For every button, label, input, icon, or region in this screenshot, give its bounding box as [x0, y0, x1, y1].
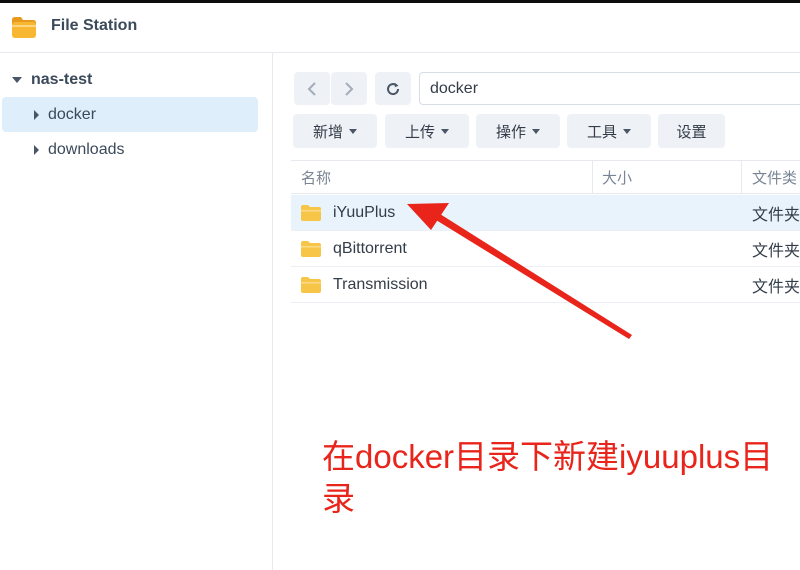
table-header: 名称 大小 文件类: [291, 160, 800, 194]
row-type: 文件夹: [752, 206, 800, 224]
row-type: 文件夹: [752, 278, 800, 296]
sidebar-item-label: downloads: [48, 140, 125, 158]
forward-button[interactable]: [331, 72, 367, 105]
chevron-right-icon[interactable]: [34, 110, 39, 120]
settings-button-label: 设置: [676, 123, 707, 141]
create-button-label: 新增: [312, 123, 343, 141]
file-station-app-icon: [12, 17, 36, 38]
chevron-left-icon: [307, 81, 316, 96]
dropdown-icon: [441, 128, 449, 134]
path-value: docker: [430, 79, 479, 97]
settings-button[interactable]: 设置: [658, 114, 725, 148]
table-row[interactable]: iYuuPlus 文件夹: [291, 195, 800, 231]
dropdown-icon: [623, 128, 631, 134]
upload-button-label: 上传: [404, 123, 435, 141]
chevron-right-icon: [345, 81, 354, 96]
chevron-down-icon[interactable]: [12, 77, 22, 83]
row-name: iYuuPlus: [333, 203, 396, 221]
upload-button[interactable]: 上传: [385, 114, 469, 148]
column-header-type[interactable]: 文件类: [752, 161, 797, 193]
annotation-text: 在docker目录下新建iyuuplus目录: [322, 438, 774, 517]
dropdown-icon: [532, 128, 540, 134]
column-header-size[interactable]: 大小: [602, 161, 632, 193]
folder-icon: [301, 205, 321, 221]
back-button[interactable]: [294, 72, 330, 105]
tree-root-label: nas-test: [31, 71, 93, 88]
app-title: File Station: [51, 17, 138, 34]
tools-button-label: 工具: [586, 123, 617, 141]
table-row[interactable]: qBittorrent 文件夹: [291, 231, 800, 267]
table-row[interactable]: Transmission 文件夹: [291, 267, 800, 303]
folder-icon: [301, 241, 321, 257]
refresh-icon: [387, 82, 400, 95]
chevron-right-icon[interactable]: [34, 145, 39, 155]
column-divider[interactable]: [592, 161, 593, 193]
refresh-button[interactable]: [375, 72, 411, 105]
sidebar: nas-test docker downloads: [0, 53, 273, 570]
tools-button[interactable]: 工具: [567, 114, 651, 148]
path-input[interactable]: docker: [419, 72, 800, 105]
dropdown-icon: [349, 128, 357, 134]
action-button[interactable]: 操作: [476, 114, 560, 148]
row-name: qBittorrent: [333, 239, 407, 257]
create-button[interactable]: 新增: [293, 114, 377, 148]
tree-root-nas-test[interactable]: nas-test: [12, 69, 92, 91]
column-header-name[interactable]: 名称: [301, 161, 331, 193]
row-type: 文件夹: [752, 242, 800, 260]
row-name: Transmission: [333, 275, 428, 293]
column-divider[interactable]: [741, 161, 742, 193]
action-button-label: 操作: [495, 123, 526, 141]
sidebar-item-docker[interactable]: docker: [2, 97, 258, 132]
sidebar-item-downloads[interactable]: downloads: [2, 132, 258, 167]
title-bar: File Station: [0, 3, 800, 53]
sidebar-item-label: docker: [48, 105, 97, 123]
folder-icon: [301, 277, 321, 293]
